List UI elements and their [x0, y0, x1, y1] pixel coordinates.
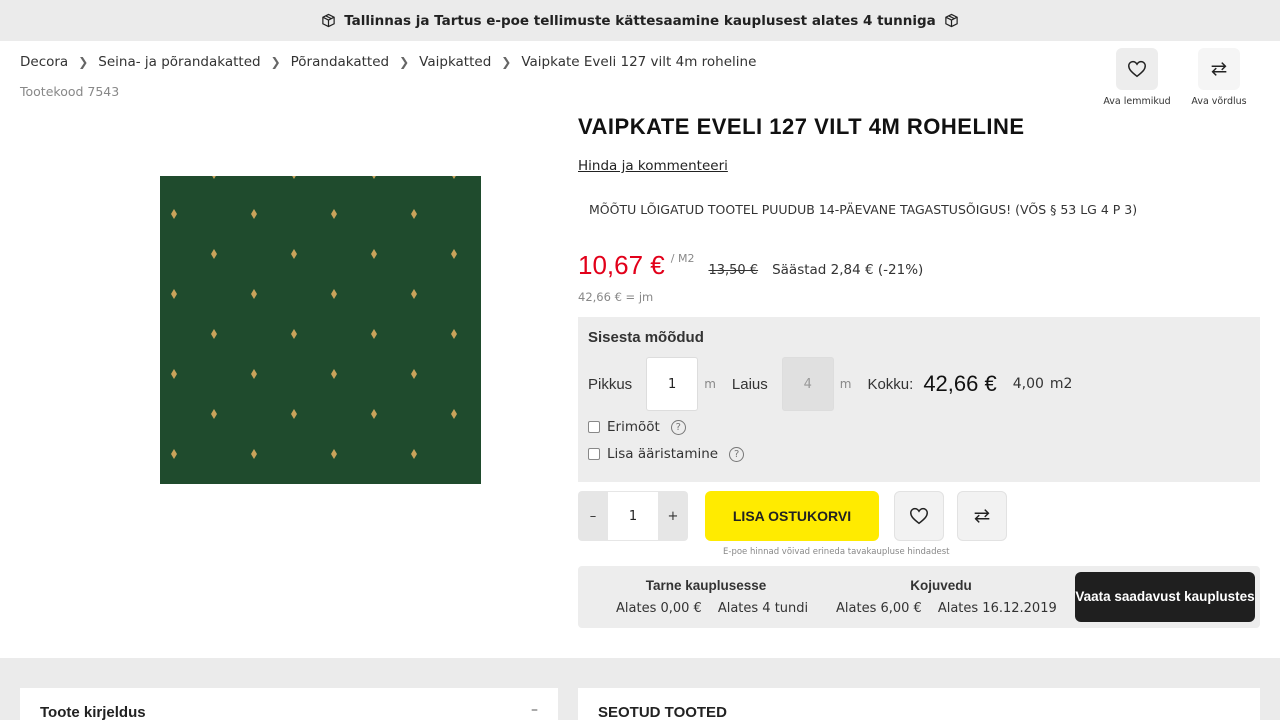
home-delivery: Kojuvedu Alates 6,00 € Alates 16.12.2019 — [836, 578, 1057, 616]
description-panel[interactable]: Toote kirjeldus – — [20, 688, 558, 728]
home-delivery-price: Alates 6,00 € — [836, 601, 922, 616]
product-image[interactable] — [160, 176, 481, 484]
compare-icon — [1211, 62, 1227, 76]
current-price: 10,67 € — [578, 250, 665, 280]
price-per-meter: 42,66 € = jm — [578, 290, 654, 304]
info-banner: Tallinnas ja Tartus e-poe tellimuste kät… — [0, 0, 1280, 41]
chevron-right-icon: ❯ — [78, 55, 89, 69]
heart-icon — [910, 507, 928, 525]
package-icon — [322, 13, 335, 28]
header-actions: Ava lemmikud Ava võrdlus — [1102, 48, 1254, 107]
length-unit: m — [704, 377, 716, 391]
width-unit: m — [839, 377, 852, 391]
length-label: Pikkus — [588, 375, 633, 393]
add-to-cart-button[interactable]: LISA OSTUKORVI — [705, 491, 879, 541]
description-heading: Toote kirjeldus — [40, 704, 146, 721]
compare-label: Ava võrdlus — [1191, 96, 1247, 107]
breadcrumb-item[interactable]: Vaipkatted — [419, 54, 491, 70]
rate-and-comment-link[interactable]: Hinda ja kommenteeri — [578, 158, 728, 174]
collapse-icon[interactable]: – — [531, 702, 538, 718]
increase-button[interactable]: + — [658, 491, 688, 541]
width-label: Laius — [731, 375, 768, 393]
help-icon[interactable]: ? — [729, 446, 745, 462]
check-store-availability-button[interactable]: Vaata saadavust kauplustes — [1075, 572, 1255, 622]
add-to-compare-button[interactable] — [957, 491, 1007, 541]
old-price: 13,50 € — [708, 263, 759, 278]
length-input[interactable]: 1 — [646, 357, 699, 411]
price-disclaimer: E-poe hinnad võivad erineda tavakaupluse… — [723, 547, 950, 557]
breadcrumb-current: Vaipkate Eveli 127 vilt 4m roheline — [521, 54, 757, 70]
total-label: Kokku: — [867, 375, 914, 393]
chevron-right-icon: ❯ — [501, 55, 512, 69]
measure-panel: Sisesta mõõdud Pikkus 1 m Laius 4 m Kokk… — [578, 317, 1260, 482]
custom-size-label: Erimõõt — [607, 419, 660, 435]
decrease-button[interactable]: – — [578, 491, 608, 541]
home-delivery-title: Kojuvedu — [910, 578, 972, 593]
add-to-favorites-button[interactable] — [894, 491, 944, 541]
banner-text: Tallinnas ja Tartus e-poe tellimuste kät… — [344, 12, 936, 29]
carpet-pattern — [160, 176, 481, 484]
help-icon[interactable]: ? — [670, 419, 686, 435]
compare-icon — [974, 509, 990, 523]
chevron-right-icon: ❯ — [270, 55, 281, 69]
measure-heading: Sisesta mõõdud — [588, 329, 704, 346]
quantity-stepper: – 1 + — [578, 491, 688, 541]
store-delivery-title: Tarne kauplusesse — [645, 578, 767, 593]
related-products-panel: SEOTUD TOOTED — [578, 688, 1260, 728]
chevron-right-icon: ❯ — [399, 55, 410, 69]
favorites-label: Ava lemmikud — [1103, 96, 1171, 107]
area-value: 4,00 m2 — [1012, 376, 1073, 392]
store-delivery-time: Alates 4 tundi — [717, 601, 809, 616]
breadcrumb-item[interactable]: Põrandakatted — [291, 54, 389, 70]
width-input: 4 — [781, 357, 834, 411]
store-delivery: Tarne kauplusesse Alates 0,00 € Alates 4 … — [616, 578, 808, 616]
total-value: 42,66 € — [923, 371, 997, 396]
savings-text: Säästad 2,84 € (-21%) — [772, 262, 924, 278]
breadcrumb: Decora ❯ Seina- ja põrandakatted ❯ Põran… — [20, 54, 756, 70]
product-title: VAIPKATE EVELI 127 VILT 4M ROHELINE — [578, 114, 1025, 139]
edging-option: Lisa ääristamine ? — [588, 446, 745, 462]
related-products-heading: SEOTUD TOOTED — [598, 704, 727, 721]
open-compare-button[interactable]: Ava võrdlus — [1184, 48, 1254, 107]
package-icon — [945, 13, 958, 28]
custom-size-option: Erimõõt ? — [588, 419, 686, 435]
product-code: Tootekood 7543 — [20, 84, 120, 99]
breadcrumb-item[interactable]: Seina- ja põrandakatted — [98, 54, 260, 70]
price-block: 10,67 € / M2 13,50 € Säästad 2,84 € (-21… — [578, 250, 923, 281]
edging-checkbox[interactable] — [588, 448, 600, 460]
delivery-panel: Tarne kauplusesse Alates 0,00 € Alates 4 … — [578, 566, 1260, 628]
edging-label: Lisa ääristamine — [607, 446, 719, 462]
home-delivery-time: Alates 16.12.2019 — [937, 601, 1057, 616]
custom-size-checkbox[interactable] — [588, 421, 600, 433]
quantity-input[interactable]: 1 — [608, 491, 658, 541]
store-delivery-price: Alates 0,00 € — [616, 601, 702, 616]
price-unit: / M2 — [670, 252, 695, 265]
heart-icon — [1128, 60, 1146, 78]
open-favorites-button[interactable]: Ava lemmikud — [1102, 48, 1172, 107]
return-warning: MÕÕTU LÕIGATUD TOOTEL PUUDUB 14-PÄEVANE … — [589, 202, 1138, 217]
breadcrumb-item[interactable]: Decora — [20, 54, 68, 70]
